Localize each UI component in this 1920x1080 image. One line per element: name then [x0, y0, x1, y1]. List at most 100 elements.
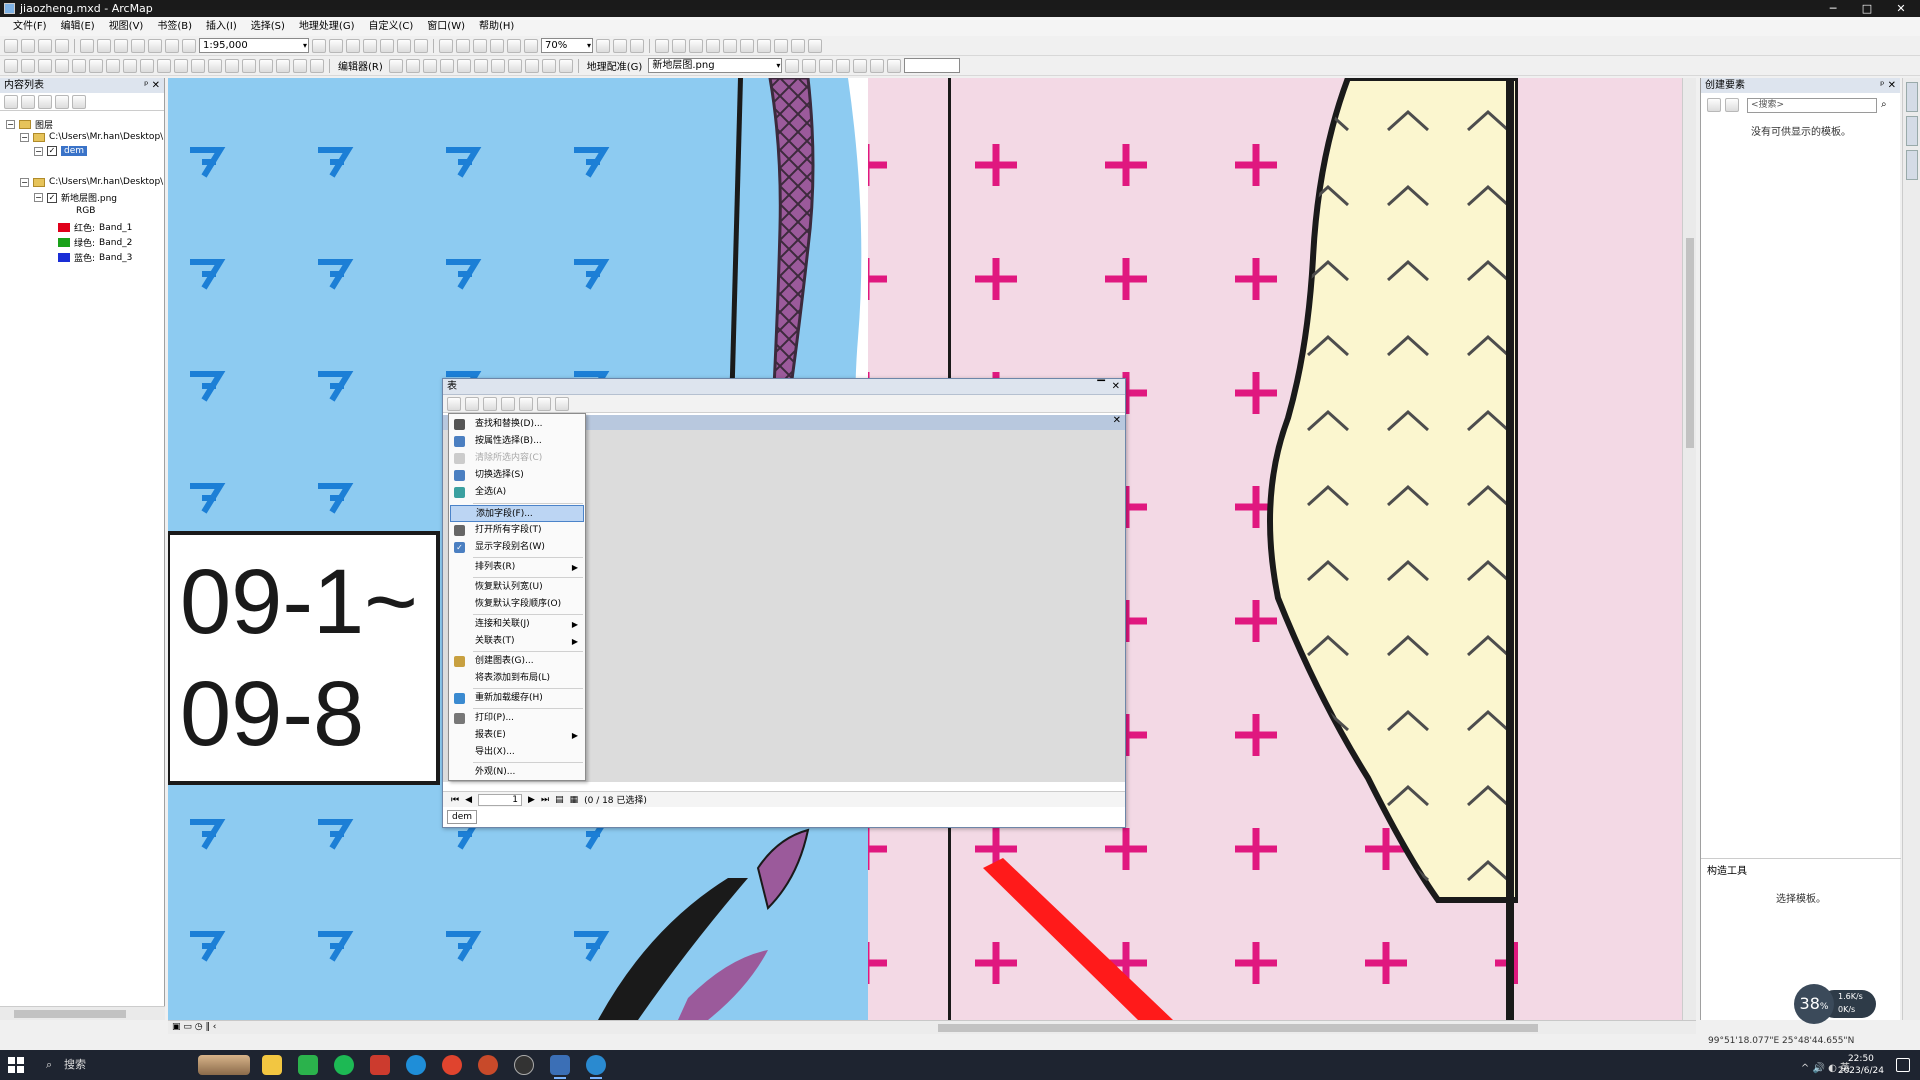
menu-joins-relates[interactable]: 连接和关联(J) ▶ [450, 616, 584, 633]
delete-icon[interactable] [131, 38, 145, 53]
spotify-icon[interactable] [334, 1055, 354, 1075]
collapse-icon[interactable]: − [20, 132, 29, 142]
edit-tool-icon[interactable] [439, 58, 454, 73]
map-horizontal-scrollbar[interactable]: ▣ ▭ ◷ ‖ ‹ [168, 1020, 1696, 1034]
collapse-icon[interactable]: − [34, 193, 43, 202]
back-arrow-icon[interactable] [106, 58, 120, 73]
close-button[interactable]: ✕ [1884, 0, 1918, 17]
cut-icon[interactable] [80, 38, 94, 53]
layout-tool-icon[interactable] [507, 38, 521, 53]
georef-tool-icon[interactable] [836, 58, 851, 73]
list-by-visibility-icon[interactable] [38, 94, 52, 109]
table-window-titlebar[interactable]: 表 ▔ ✕ [443, 379, 1125, 395]
list-by-selection-icon[interactable] [55, 94, 69, 109]
next-record-icon[interactable]: ▶ [528, 795, 535, 805]
toc-close-icon[interactable]: ᵖ ✕ [144, 78, 160, 93]
toc-layers-root[interactable]: − 图层 [6, 118, 53, 131]
undo-icon[interactable] [148, 38, 162, 53]
zoom-out-icon[interactable] [21, 58, 35, 73]
select-by-attributes-icon[interactable] [483, 396, 497, 411]
html-popup-icon[interactable] [225, 58, 239, 73]
organize-templates-icon[interactable] [1707, 98, 1721, 112]
collapse-icon[interactable]: − [34, 146, 43, 156]
add-data-icon[interactable] [182, 38, 196, 53]
layout-zoom-combo[interactable]: 70% ▾ [541, 38, 593, 53]
chrome-alt-icon[interactable] [478, 1055, 498, 1075]
add-control-points-icon[interactable] [785, 58, 800, 73]
previous-record-icon[interactable]: ◀ [465, 795, 472, 805]
menu-windows[interactable]: 窗口(W) [420, 17, 472, 36]
menu-switch-selection[interactable]: 切换选择(S) [450, 467, 584, 484]
edit-tool-icon[interactable] [689, 38, 703, 53]
pan-icon[interactable] [38, 58, 52, 73]
toc-layer-png[interactable]: − ✓ 新地层图.png [34, 191, 117, 204]
close-icon[interactable]: ✕ [1112, 379, 1120, 395]
app-icon[interactable] [370, 1055, 390, 1075]
georef-tool-icon[interactable] [870, 58, 885, 73]
layout-tool-icon[interactable] [439, 38, 453, 53]
show-all-records-icon[interactable]: ▤ [555, 795, 564, 805]
hyperlink-icon[interactable] [208, 58, 222, 73]
edit-tool-icon[interactable] [456, 58, 471, 73]
find-route-icon[interactable] [276, 58, 290, 73]
georef-tool-icon[interactable] [819, 58, 834, 73]
go-to-xy-icon[interactable] [293, 58, 307, 73]
search-window-icon[interactable] [363, 38, 377, 53]
view-toggle-buttons[interactable]: ▣ ▭ ◷ ‖ ‹ [172, 1022, 216, 1032]
layout-tool-icon[interactable] [490, 38, 504, 53]
menu-selection[interactable]: 选择(S) [244, 17, 292, 36]
catalog-window-icon[interactable] [346, 38, 360, 53]
find-icon[interactable] [259, 58, 273, 73]
georef-tool-icon[interactable] [802, 58, 817, 73]
switch-selection-icon[interactable] [501, 396, 515, 411]
menu-restore-column-widths[interactable]: 恢复默认列宽(U) [450, 579, 584, 596]
menu-appearance[interactable]: 外观(N)... [450, 764, 584, 781]
menu-file[interactable]: 文件(F) [6, 17, 54, 36]
edit-tool-icon[interactable] [672, 38, 686, 53]
catalog-tab[interactable] [1906, 82, 1918, 112]
arctoolbox-icon[interactable] [380, 38, 394, 53]
toc-window-icon[interactable] [329, 38, 343, 53]
copy-icon[interactable] [97, 38, 111, 53]
select-features-icon[interactable] [140, 58, 154, 73]
zoom-in-icon[interactable] [4, 58, 18, 73]
windows-start-icon[interactable] [8, 1057, 24, 1073]
toc-layer-dem[interactable]: − ✓ dem [34, 146, 88, 156]
time-slider-icon[interactable] [310, 58, 324, 73]
file-explorer-icon[interactable] [262, 1055, 282, 1075]
edit-tool-icon[interactable] [558, 58, 573, 73]
table-tab-dem[interactable]: dem [447, 810, 478, 824]
model-builder-icon[interactable] [414, 38, 428, 53]
toc-horizontal-scrollbar[interactable] [0, 1006, 165, 1020]
edit-tool-icon[interactable] [524, 58, 539, 73]
edge-browser-icon[interactable] [406, 1055, 426, 1075]
menu-reports[interactable]: 报表(E) ▶ [450, 727, 584, 744]
measure-icon[interactable] [242, 58, 256, 73]
layout-tool-icon[interactable] [613, 38, 627, 53]
georef-layer-combo[interactable]: 新地层图.png ▾ [648, 58, 783, 73]
open-folder-icon[interactable] [21, 38, 35, 53]
filter-icon[interactable] [1725, 98, 1739, 112]
save-icon[interactable] [38, 38, 52, 53]
menu-arrange-tables[interactable]: 排列表(R) ▶ [450, 559, 584, 576]
edit-tool-icon[interactable] [740, 38, 754, 53]
edit-tool-icon[interactable] [405, 58, 420, 73]
editor-toolbar-icon[interactable] [312, 38, 326, 53]
arccatalog-taskbar-icon[interactable] [586, 1055, 606, 1079]
select-elements-icon[interactable] [174, 58, 188, 73]
clear-selection-icon[interactable] [157, 58, 171, 73]
list-by-source-icon[interactable] [21, 94, 35, 109]
first-record-icon[interactable]: ⏮ [451, 795, 459, 805]
layout-tool-icon[interactable] [630, 38, 644, 53]
paste-icon[interactable] [114, 38, 128, 53]
rotate-icon[interactable] [887, 58, 902, 73]
menu-find-replace[interactable]: 查找和替换(D)... [450, 416, 584, 433]
link-table-icon[interactable] [853, 58, 868, 73]
fixed-zoom-out-icon[interactable] [89, 58, 103, 73]
results-tab[interactable] [1906, 150, 1918, 180]
edit-tool-icon[interactable] [490, 58, 505, 73]
map-scale-combo[interactable]: 1:95,000 ▾ [199, 38, 309, 53]
zoom-to-selected-icon[interactable] [537, 396, 551, 411]
edit-tool-icon[interactable] [774, 38, 788, 53]
edit-tool-icon[interactable] [655, 38, 669, 53]
